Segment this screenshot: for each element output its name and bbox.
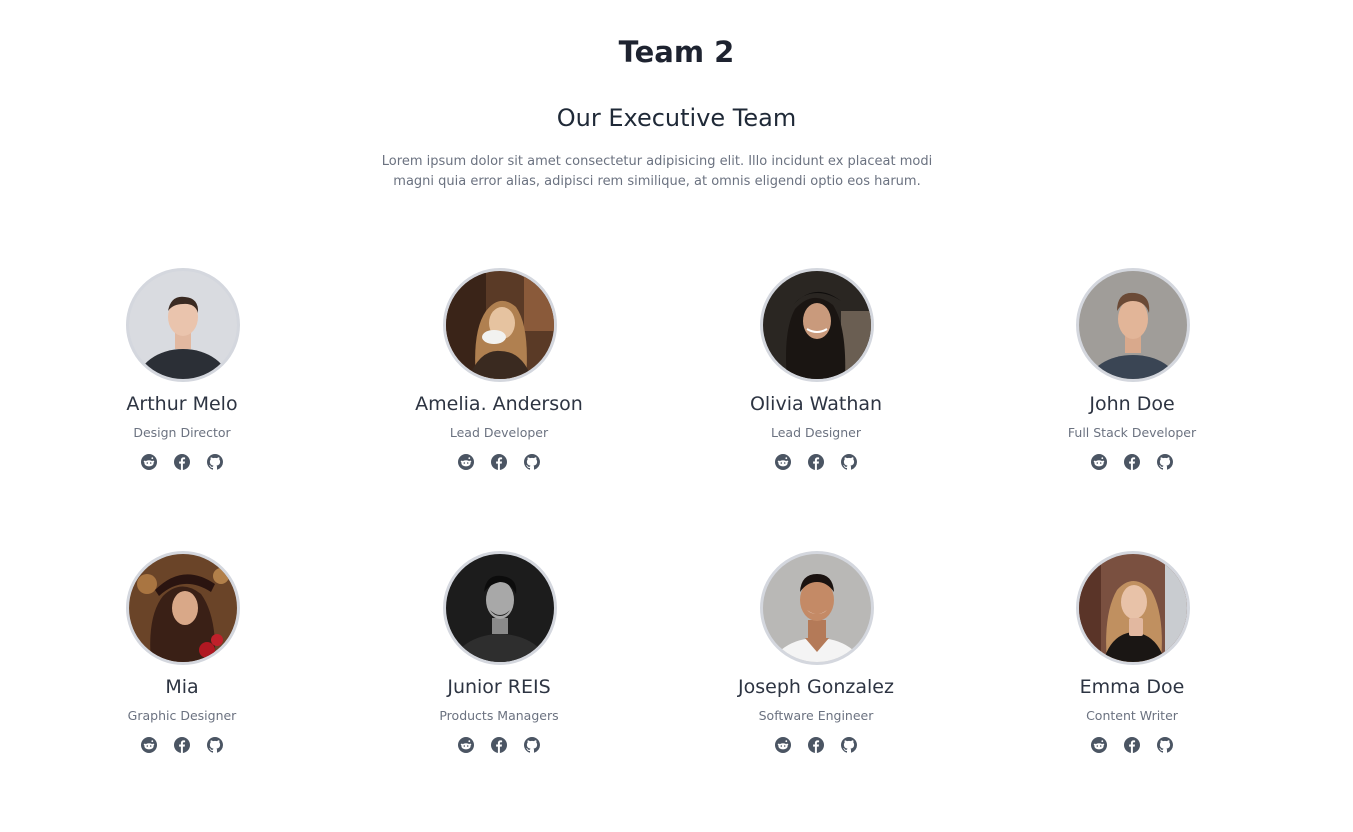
avatar bbox=[443, 551, 557, 665]
avatar bbox=[126, 551, 240, 665]
github-icon[interactable] bbox=[524, 454, 540, 470]
member-name: Junior REIS bbox=[447, 676, 551, 698]
github-icon[interactable] bbox=[207, 454, 223, 470]
member-name: Emma Doe bbox=[1079, 676, 1185, 698]
social-links bbox=[666, 454, 966, 470]
member-name: Amelia. Anderson bbox=[415, 393, 583, 415]
reddit-icon[interactable] bbox=[1091, 454, 1107, 470]
avatar bbox=[1076, 268, 1190, 382]
social-links bbox=[32, 454, 332, 470]
member-role: Lead Developer bbox=[449, 425, 549, 440]
member-name: John Doe bbox=[1089, 393, 1175, 415]
facebook-icon[interactable] bbox=[808, 737, 824, 753]
member-role: Products Managers bbox=[439, 708, 559, 723]
social-links bbox=[32, 737, 332, 753]
avatar bbox=[760, 551, 874, 665]
facebook-icon[interactable] bbox=[174, 454, 190, 470]
avatar bbox=[443, 268, 557, 382]
avatar bbox=[126, 268, 240, 382]
social-links bbox=[982, 737, 1282, 753]
reddit-icon[interactable] bbox=[141, 454, 157, 470]
member-role: Lead Designer bbox=[771, 425, 861, 440]
reddit-icon[interactable] bbox=[458, 737, 474, 753]
reddit-icon[interactable] bbox=[775, 454, 791, 470]
social-links bbox=[349, 737, 649, 753]
reddit-icon[interactable] bbox=[458, 454, 474, 470]
reddit-icon[interactable] bbox=[141, 737, 157, 753]
member-name: Joseph Gonzalez bbox=[738, 676, 894, 698]
member-name: Arthur Melo bbox=[126, 393, 238, 415]
member-role: Design Director bbox=[133, 425, 231, 440]
member-name: Olivia Wathan bbox=[749, 393, 883, 415]
reddit-icon[interactable] bbox=[775, 737, 791, 753]
github-icon[interactable] bbox=[207, 737, 223, 753]
facebook-icon[interactable] bbox=[491, 737, 507, 753]
social-links bbox=[666, 737, 966, 753]
facebook-icon[interactable] bbox=[491, 454, 507, 470]
social-links bbox=[982, 454, 1282, 470]
github-icon[interactable] bbox=[1157, 454, 1173, 470]
social-links bbox=[349, 454, 649, 470]
facebook-icon[interactable] bbox=[808, 454, 824, 470]
reddit-icon[interactable] bbox=[1091, 737, 1107, 753]
github-icon[interactable] bbox=[841, 737, 857, 753]
avatar bbox=[1076, 551, 1190, 665]
facebook-icon[interactable] bbox=[1124, 737, 1140, 753]
facebook-icon[interactable] bbox=[1124, 454, 1140, 470]
github-icon[interactable] bbox=[524, 737, 540, 753]
member-role: Content Writer bbox=[1086, 708, 1178, 723]
facebook-icon[interactable] bbox=[174, 737, 190, 753]
member-role: Graphic Designer bbox=[127, 708, 237, 723]
github-icon[interactable] bbox=[1157, 737, 1173, 753]
team-grid: Arthur Melo Design Director Amelia. Ande… bbox=[0, 0, 1353, 832]
avatar bbox=[760, 268, 874, 382]
member-name: Mia bbox=[165, 676, 199, 698]
member-role: Full Stack Developer bbox=[1067, 425, 1197, 440]
member-role: Software Engineer bbox=[758, 708, 874, 723]
github-icon[interactable] bbox=[841, 454, 857, 470]
